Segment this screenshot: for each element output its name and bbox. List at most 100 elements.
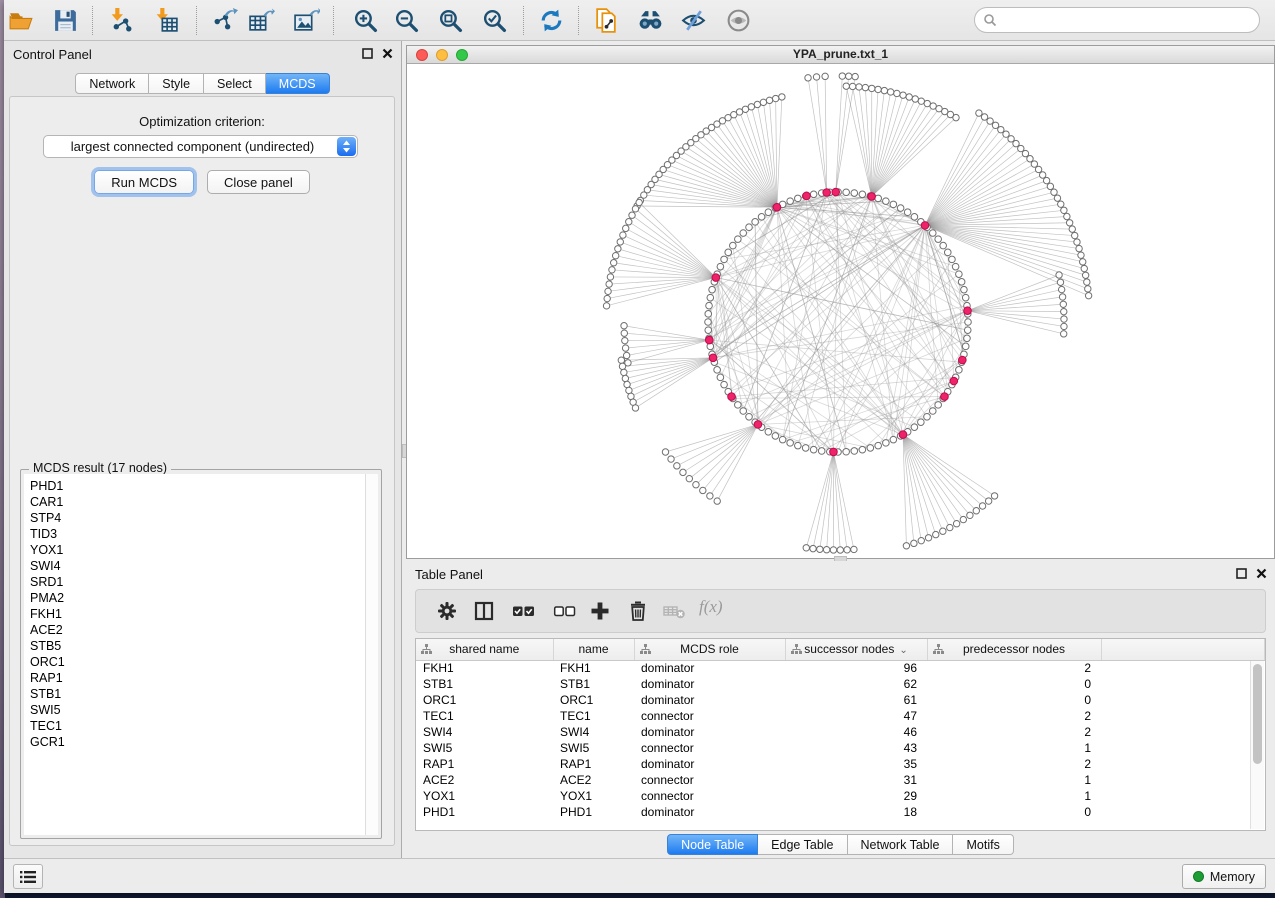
graph-node[interactable] (754, 101, 760, 107)
graph-node[interactable] (758, 214, 765, 221)
mcds-result-item[interactable]: STB1 (30, 686, 378, 702)
graph-node[interactable] (875, 86, 881, 92)
graph-node[interactable] (1051, 189, 1057, 195)
graph-node[interactable] (709, 286, 716, 293)
tab-select[interactable]: Select (204, 73, 266, 94)
export-network-icon[interactable] (211, 7, 238, 34)
hide-selected-icon[interactable] (680, 7, 707, 34)
graph-node[interactable] (746, 413, 753, 420)
graph-node[interactable] (843, 448, 850, 455)
mcds-result-item[interactable]: SRD1 (30, 574, 378, 590)
mcds-result-item[interactable]: ACE2 (30, 622, 378, 638)
graph-node[interactable] (1076, 245, 1082, 251)
graph-node[interactable] (929, 408, 936, 415)
graph-node[interactable] (603, 303, 609, 309)
graph-node[interactable] (817, 546, 823, 552)
graph-node[interactable] (1061, 207, 1067, 213)
graph-node[interactable] (890, 201, 897, 208)
graph-node[interactable] (953, 521, 959, 527)
graph-node[interactable] (839, 73, 845, 79)
mcds-result-item[interactable]: STP4 (30, 510, 378, 526)
graph-node[interactable] (705, 319, 712, 326)
tab-network-table[interactable]: Network Table (848, 834, 954, 855)
float-panel-icon[interactable] (362, 48, 373, 59)
graph-node[interactable] (740, 230, 747, 237)
graph-node[interactable] (795, 195, 802, 202)
graph-node[interactable] (787, 198, 794, 205)
graph-node[interactable] (935, 236, 942, 243)
mcds-list-scrollbar[interactable] (365, 474, 378, 835)
graph-node[interactable] (830, 547, 836, 553)
run-mcds-button[interactable]: Run MCDS (94, 170, 194, 194)
graph-node[interactable] (883, 440, 890, 447)
mcds-result-item[interactable]: PMA2 (30, 590, 378, 606)
graph-node[interactable] (621, 323, 627, 329)
graph-node[interactable] (856, 84, 862, 90)
graph-node[interactable] (962, 294, 969, 301)
graph-node[interactable] (881, 87, 887, 93)
graph-node[interactable] (717, 263, 724, 270)
graph-node[interactable] (991, 493, 997, 499)
graph-node[interactable] (1085, 292, 1091, 298)
graph-node[interactable] (965, 319, 972, 326)
col-header-predecessor-nodes[interactable]: predecessor nodes (927, 639, 1101, 660)
table-row[interactable]: ORC1ORC1dominator610 (416, 692, 1265, 708)
graph-node[interactable] (843, 83, 849, 89)
graph-node[interactable] (810, 191, 817, 198)
table-row[interactable]: PHD1PHD1dominator180 (416, 804, 1265, 820)
tab-motifs[interactable]: Motifs (953, 834, 1013, 855)
graph-node[interactable] (714, 498, 720, 504)
graph-node[interactable] (615, 246, 621, 252)
graph-node[interactable] (1043, 177, 1049, 183)
graph-node[interactable] (787, 440, 794, 447)
graph-node[interactable] (897, 205, 904, 212)
graph-node[interactable] (985, 498, 991, 504)
graph-node[interactable] (964, 335, 971, 342)
tab-edge-table[interactable]: Edge Table (758, 834, 847, 855)
graph-node[interactable] (1022, 150, 1028, 156)
graph-node[interactable] (705, 311, 712, 318)
graph-node[interactable] (765, 428, 772, 435)
graph-node[interactable] (735, 402, 742, 409)
graph-node[interactable] (620, 232, 626, 238)
graph-node[interactable] (1057, 279, 1063, 285)
graph-dominator-node[interactable] (754, 421, 762, 429)
graph-node[interactable] (686, 475, 692, 481)
graph-node[interactable] (849, 83, 855, 89)
graph-node[interactable] (981, 114, 987, 120)
graph-node[interactable] (1069, 226, 1075, 232)
tab-mcds[interactable]: MCDS (266, 73, 330, 94)
memory-button[interactable]: Memory (1182, 864, 1266, 889)
search-field[interactable] (974, 7, 1260, 33)
graph-node[interactable] (818, 448, 825, 455)
graph-node[interactable] (765, 209, 772, 216)
graph-node[interactable] (619, 363, 625, 369)
graph-node[interactable] (623, 352, 629, 358)
search-input[interactable] (1002, 13, 1259, 27)
graph-node[interactable] (621, 330, 627, 336)
graph-node[interactable] (1064, 213, 1070, 219)
graph-node[interactable] (1031, 161, 1037, 167)
col-header-shared-name[interactable]: shared name (416, 639, 553, 660)
zoom-in-icon[interactable] (352, 7, 379, 34)
close-panel-icon[interactable] (382, 48, 393, 59)
graph-node[interactable] (973, 508, 979, 514)
graph-node[interactable] (1008, 136, 1014, 142)
graph-node[interactable] (721, 256, 728, 263)
graph-node[interactable] (1074, 239, 1080, 245)
graph-dominator-node[interactable] (709, 354, 717, 362)
graph-node[interactable] (867, 445, 874, 452)
mcds-result-item[interactable]: GCR1 (30, 734, 378, 750)
graph-dominator-node[interactable] (712, 274, 720, 282)
graph-node[interactable] (890, 436, 897, 443)
graph-node[interactable] (859, 446, 866, 453)
graph-node[interactable] (940, 528, 946, 534)
graph-node[interactable] (725, 249, 732, 256)
graph-node[interactable] (837, 547, 843, 553)
copy-document-icon[interactable] (593, 7, 620, 34)
graph-node[interactable] (851, 546, 857, 552)
graph-node[interactable] (904, 209, 911, 216)
save-icon[interactable] (52, 7, 79, 34)
graph-node[interactable] (1035, 166, 1041, 172)
graph-node[interactable] (843, 189, 850, 196)
